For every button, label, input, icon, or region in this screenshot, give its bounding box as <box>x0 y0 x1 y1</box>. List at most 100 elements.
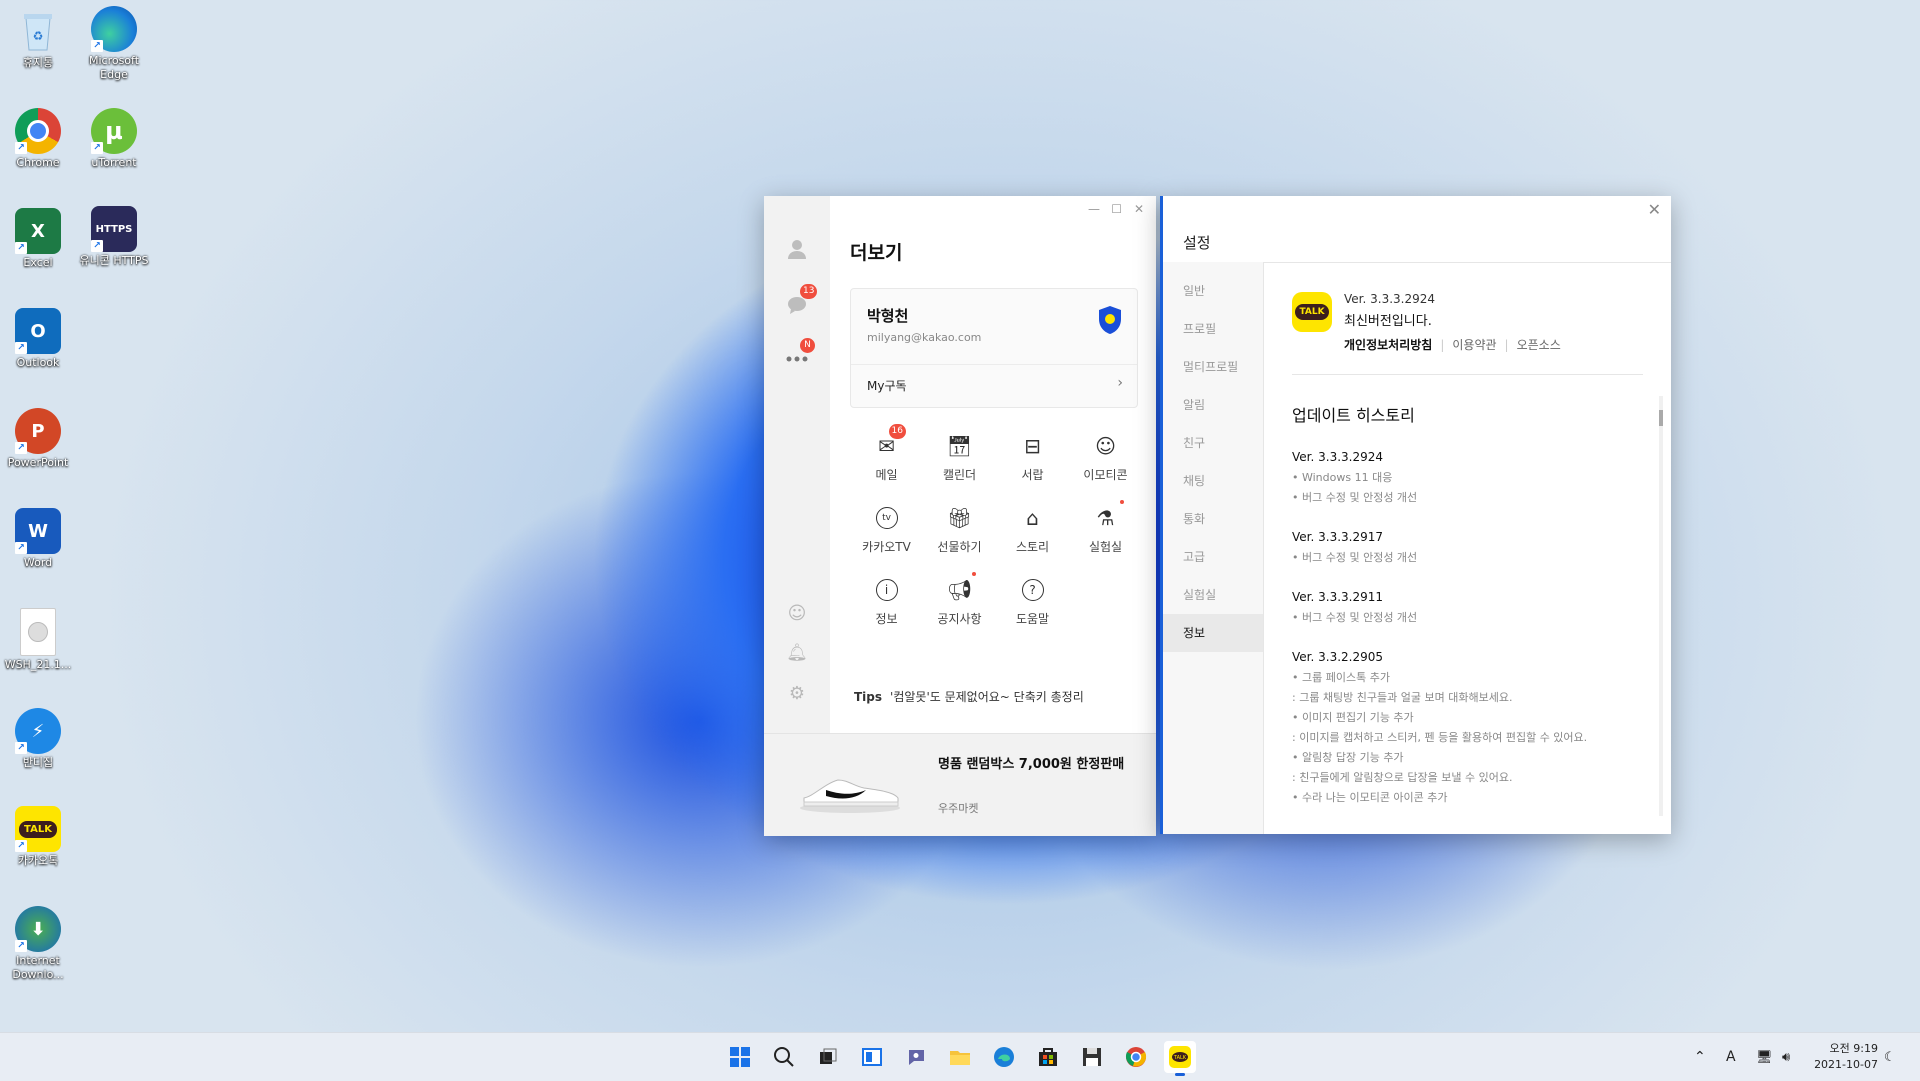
kakaotalk-icon[interactable]: TALK <box>1164 1041 1196 1076</box>
chats-icon[interactable]: 13 <box>784 284 818 318</box>
divider <box>1292 374 1643 375</box>
excel-icon: X ↗ <box>15 208 61 254</box>
terms-link[interactable]: 이용약관 <box>1452 338 1496 352</box>
settings-nav-chat[interactable]: 채팅 <box>1163 462 1263 500</box>
divider <box>851 364 1137 365</box>
edge-icon: ↗ <box>91 6 137 52</box>
maximize-icon[interactable]: ☐ <box>1111 202 1122 216</box>
settings-nav-general[interactable]: 일반 <box>1163 272 1263 310</box>
scrollbar-thumb[interactable] <box>1659 410 1663 426</box>
recycle-bin-icon: ♻ <box>15 8 61 54</box>
settings-nav-friends[interactable]: 친구 <box>1163 424 1263 462</box>
more-badge: N <box>800 338 815 353</box>
grid-item-emoticon[interactable]: ☺ 이모티콘 <box>1069 432 1142 483</box>
grid-item-calendar[interactable]: 📅︎ 캘린더 <box>923 432 996 483</box>
grid-item-drawer[interactable]: ⊟ 서랍 <box>996 432 1069 483</box>
edge-icon[interactable] <box>988 1041 1020 1073</box>
story-icon: ⌂ <box>1026 506 1039 530</box>
ad-source: 우주마켓 <box>938 802 979 815</box>
desktop-icon-chrome[interactable]: ↗ Chrome <box>0 108 76 170</box>
file-icon <box>20 608 56 656</box>
kakaotalk-more-window: 13 N ☺ 🔔︎ ⚙ — ☐ ✕ 더보기 박형천 milyang@kakao.… <box>764 196 1156 836</box>
scrollbar[interactable] <box>1659 396 1663 816</box>
settings-nav-info[interactable]: 정보 <box>1163 614 1263 652</box>
ad-banner[interactable]: 명품 랜덤박스 7,000원 한정판매 우주마켓 <box>764 733 1156 836</box>
new-dot <box>1119 500 1124 504</box>
desktop-icon-word[interactable]: W ↗ Word <box>0 508 76 570</box>
file-explorer-icon[interactable] <box>944 1041 976 1073</box>
tips-text: '컴알못'도 문제없어요~ 단축키 총정리 <box>890 690 1084 704</box>
shield-icon[interactable] <box>1097 305 1123 335</box>
grid-item-notice[interactable]: 📢︎ 공지사항 <box>923 572 996 627</box>
desktop-icon-excel[interactable]: X ↗ Excel <box>0 208 76 270</box>
settings-nav-alert[interactable]: 알림 <box>1163 386 1263 424</box>
mail-icon: ✉ 16 <box>873 424 906 460</box>
close-icon[interactable]: ✕ <box>1134 202 1144 216</box>
task-view-icon[interactable] <box>812 1041 844 1073</box>
profile-card[interactable]: 박형천 milyang@kakao.com My구독 › <box>850 288 1138 408</box>
settings-gear-icon[interactable]: ⚙ <box>784 680 810 706</box>
widgets-icon[interactable] <box>856 1041 888 1073</box>
settings-nav-profile[interactable]: 프로필 <box>1163 310 1263 348</box>
clock-date: 2021-10-07 <box>1814 1058 1878 1071</box>
teams-chat-icon[interactable] <box>900 1041 932 1073</box>
ime-indicator[interactable]: A <box>1726 1033 1736 1081</box>
store-icon[interactable] <box>1032 1041 1064 1073</box>
grid-item-info[interactable]: i 정보 <box>850 576 923 627</box>
settings-nav-call[interactable]: 통화 <box>1163 500 1263 538</box>
bell-icon[interactable]: 🔔︎ <box>784 640 810 666</box>
friends-icon[interactable] <box>784 236 810 262</box>
more-dots-icon[interactable]: N <box>784 338 815 372</box>
grid-item-lab[interactable]: ⚗ 실험실 <box>1069 500 1142 555</box>
show-hidden-icons[interactable]: ⌃ <box>1694 1033 1706 1081</box>
search-icon[interactable] <box>768 1041 800 1073</box>
info-icon: i <box>873 576 901 604</box>
kakaotalk-logo-icon: TALK <box>1292 292 1332 332</box>
desktop-icon-bandizip[interactable]: ⚡ ↗ 반디집 <box>0 708 76 770</box>
desktop-icon-unicorn-https[interactable]: HTTPS ↗ 유니콘 HTTPS <box>76 206 152 268</box>
desktop-icon-outlook[interactable]: O ↗ Outlook <box>0 308 76 370</box>
save-icon[interactable] <box>1076 1041 1108 1073</box>
grid-item-gift[interactable]: 🎁︎ 선물하기 <box>923 504 996 555</box>
chrome-icon[interactable] <box>1120 1041 1152 1073</box>
unicorn-https-icon: HTTPS ↗ <box>91 206 137 252</box>
my-subscription-link[interactable]: My구독 <box>867 377 907 394</box>
notice-icon: 📢︎ <box>946 572 976 604</box>
profile-name: 박형천 <box>867 307 909 325</box>
notification-icon[interactable]: ☾ <box>1884 1033 1896 1081</box>
open-source-link[interactable]: 오픈소스 <box>1517 338 1561 352</box>
close-icon[interactable]: ✕ <box>1648 200 1661 219</box>
grid-item-story[interactable]: ⌂ 스토리 <box>996 504 1069 555</box>
kakaotalk-icon: TALK ↗ <box>15 806 61 852</box>
desktop-icon-wsh-file[interactable]: WSH_21.1... <box>0 608 76 672</box>
desktop-icon-powerpoint[interactable]: P ↗ PowerPoint <box>0 408 76 470</box>
clock-time: 오전 9:19 <box>1829 1042 1878 1055</box>
emoticon-icon: ☺ <box>1095 434 1116 458</box>
history-entry: Ver. 3.3.3.2924 • Windows 11 대응 • 버그 수정 … <box>1292 450 1418 504</box>
desktop-icon-recycle-bin[interactable]: ♻ 휴지통 <box>0 8 76 70</box>
privacy-policy-link[interactable]: 개인정보처리방침 <box>1344 338 1432 352</box>
gift-icon: 🎁︎ <box>946 506 973 530</box>
settings-nav-advanced[interactable]: 고급 <box>1163 538 1263 576</box>
desktop-icon-kakaotalk[interactable]: TALK ↗ 카카오톡 <box>0 806 76 868</box>
network-icon[interactable]: 🖥︎ <box>1756 1033 1773 1081</box>
chrome-icon: ↗ <box>15 108 61 154</box>
grid-item-help[interactable]: ? 도움말 <box>996 576 1069 627</box>
system-clock[interactable]: 오전 9:19 2021-10-07 <box>1814 1041 1878 1073</box>
mail-badge: 16 <box>888 424 906 439</box>
volume-icon[interactable]: 🔊︎ <box>1782 1033 1790 1081</box>
grid-item-mail[interactable]: ✉ 16 메일 <box>850 424 923 483</box>
settings-nav-lab[interactable]: 실험실 <box>1163 576 1263 614</box>
desktop-icon-idm[interactable]: ⬇ ↗ Internet Downlo... <box>0 906 76 982</box>
desktop-icon-utorrent[interactable]: µ ↗ uTorrent <box>76 108 152 170</box>
grid-item-kakaotv[interactable]: tv 카카오TV <box>850 504 923 555</box>
tips-banner[interactable]: Tips '컴알못'도 문제없어요~ 단축키 총정리 <box>854 688 1084 705</box>
utorrent-icon: µ ↗ <box>91 108 137 154</box>
start-icon[interactable] <box>724 1041 756 1073</box>
minimize-icon[interactable]: — <box>1088 202 1100 216</box>
calendar-icon: 📅︎ <box>946 434 973 458</box>
settings-nav-multiprofile[interactable]: 멀티프로필 <box>1163 348 1263 386</box>
desktop-icon-edge[interactable]: ↗ Microsoft Edge <box>76 6 152 82</box>
help-icon: ? <box>1019 576 1047 604</box>
emoticon-nav-icon[interactable]: ☺ <box>784 600 810 626</box>
